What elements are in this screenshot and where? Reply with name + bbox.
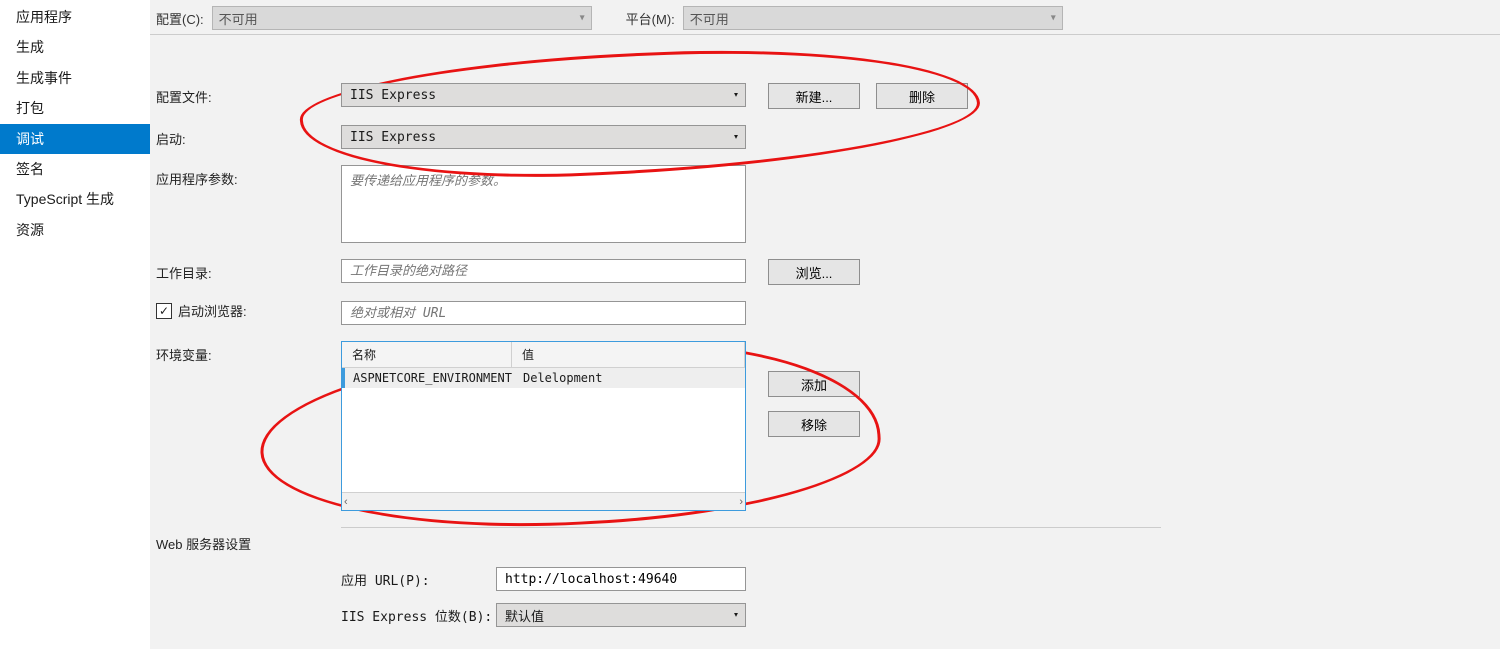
launch-dropdown[interactable]: IIS Express ▾ bbox=[341, 125, 746, 149]
app-url-row: 应用 URL(P): bbox=[341, 567, 1494, 591]
workdir-label: 工作目录: bbox=[156, 259, 341, 282]
iis-bits-label: IIS Express 位数(B): bbox=[341, 606, 496, 625]
new-profile-button[interactable]: 新建... bbox=[768, 83, 860, 109]
chevron-down-icon: ▾ bbox=[1051, 13, 1056, 24]
browse-button[interactable]: 浏览... bbox=[768, 259, 860, 285]
main-panel: 配置(C): 不可用 ▾ 平台(M): 不可用 ▾ 配置文件: IIS Expr… bbox=[150, 0, 1500, 649]
profile-value: IIS Express bbox=[350, 88, 436, 103]
env-col-name: 名称 bbox=[342, 342, 512, 367]
env-scrollbar[interactable]: ‹ › bbox=[342, 492, 745, 510]
sidebar-item-debug[interactable]: 调试 bbox=[0, 124, 150, 154]
workdir-input[interactable] bbox=[341, 259, 746, 283]
web-server-section-title: Web 服务器设置 bbox=[156, 532, 1494, 567]
launch-browser-label: 启动浏览器: bbox=[178, 301, 247, 320]
sidebar-item-build[interactable]: 生成 bbox=[0, 32, 150, 62]
profile-dropdown[interactable]: IIS Express ▾ bbox=[341, 83, 746, 107]
launch-browser-checkbox[interactable]: ✓ bbox=[156, 303, 172, 319]
args-label: 应用程序参数: bbox=[156, 165, 341, 188]
launch-label: 启动: bbox=[156, 125, 341, 148]
debug-form: 配置文件: IIS Express ▾ 新建... 删除 启动: IIS Exp… bbox=[150, 35, 1500, 627]
env-table-body: ASPNETCORE_ENVIRONMENT Delelopment bbox=[342, 368, 745, 492]
sidebar-item-build-events[interactable]: 生成事件 bbox=[0, 63, 150, 93]
args-row: 应用程序参数: bbox=[156, 165, 1494, 243]
sidebar-item-package[interactable]: 打包 bbox=[0, 93, 150, 123]
profile-row: 配置文件: IIS Express ▾ 新建... 删除 bbox=[156, 83, 1494, 109]
scroll-right-icon[interactable]: › bbox=[739, 496, 743, 508]
platform-value: 不可用 bbox=[690, 9, 729, 28]
iis-bits-value: 默认值 bbox=[505, 606, 544, 625]
launch-value: IIS Express bbox=[350, 130, 436, 145]
env-cell-name: ASPNETCORE_ENVIRONMENT bbox=[345, 371, 515, 385]
platform-label: 平台(M): bbox=[626, 9, 675, 28]
platform-dropdown: 不可用 ▾ bbox=[683, 6, 1063, 30]
args-textarea[interactable] bbox=[341, 165, 746, 243]
launch-row: 启动: IIS Express ▾ bbox=[156, 125, 1494, 149]
app-url-label: 应用 URL(P): bbox=[341, 570, 496, 589]
iis-bits-dropdown[interactable]: 默认值 ▾ bbox=[496, 603, 746, 627]
sidebar-item-typescript[interactable]: TypeScript 生成 bbox=[0, 184, 150, 214]
config-value: 不可用 bbox=[219, 9, 258, 28]
sidebar: 应用程序 生成 生成事件 打包 调试 签名 TypeScript 生成 资源 bbox=[0, 0, 150, 649]
web-server-settings: 应用 URL(P): IIS Express 位数(B): 默认值 ▾ bbox=[341, 567, 1494, 627]
iis-bits-row: IIS Express 位数(B): 默认值 ▾ bbox=[341, 603, 1494, 627]
env-table-header: 名称 值 bbox=[342, 342, 745, 368]
section-separator bbox=[341, 527, 1161, 528]
workdir-row: 工作目录: 浏览... bbox=[156, 259, 1494, 285]
env-table[interactable]: 名称 值 ASPNETCORE_ENVIRONMENT Delelopment … bbox=[341, 341, 746, 511]
config-label: 配置(C): bbox=[156, 9, 204, 28]
sidebar-item-signing[interactable]: 签名 bbox=[0, 154, 150, 184]
env-label: 环境变量: bbox=[156, 341, 341, 364]
launch-browser-url-input[interactable] bbox=[341, 301, 746, 325]
env-table-row[interactable]: ASPNETCORE_ENVIRONMENT Delelopment bbox=[342, 368, 745, 388]
scroll-left-icon[interactable]: ‹ bbox=[344, 496, 348, 508]
delete-profile-button[interactable]: 删除 bbox=[876, 83, 968, 109]
config-dropdown: 不可用 ▾ bbox=[212, 6, 592, 30]
profile-label: 配置文件: bbox=[156, 83, 341, 106]
chevron-down-icon: ▾ bbox=[733, 610, 739, 621]
env-cell-value: Delelopment bbox=[515, 371, 745, 385]
chevron-down-icon: ▾ bbox=[733, 132, 739, 143]
app-url-input[interactable] bbox=[496, 567, 746, 591]
launch-browser-row: ✓ 启动浏览器: bbox=[156, 301, 1494, 325]
sidebar-item-resources[interactable]: 资源 bbox=[0, 215, 150, 245]
config-platform-bar: 配置(C): 不可用 ▾ 平台(M): 不可用 ▾ bbox=[150, 2, 1500, 35]
env-row: 环境变量: 名称 值 ASPNETCORE_ENVIRONMENT Delelo… bbox=[156, 341, 1494, 511]
launch-browser-label-wrap: ✓ 启动浏览器: bbox=[156, 301, 341, 320]
env-remove-button[interactable]: 移除 bbox=[768, 411, 860, 437]
env-side-buttons: 添加 移除 bbox=[768, 371, 860, 437]
sidebar-item-application[interactable]: 应用程序 bbox=[0, 2, 150, 32]
chevron-down-icon: ▾ bbox=[733, 90, 739, 101]
chevron-down-icon: ▾ bbox=[580, 13, 585, 24]
env-add-button[interactable]: 添加 bbox=[768, 371, 860, 397]
env-col-value: 值 bbox=[512, 342, 745, 367]
